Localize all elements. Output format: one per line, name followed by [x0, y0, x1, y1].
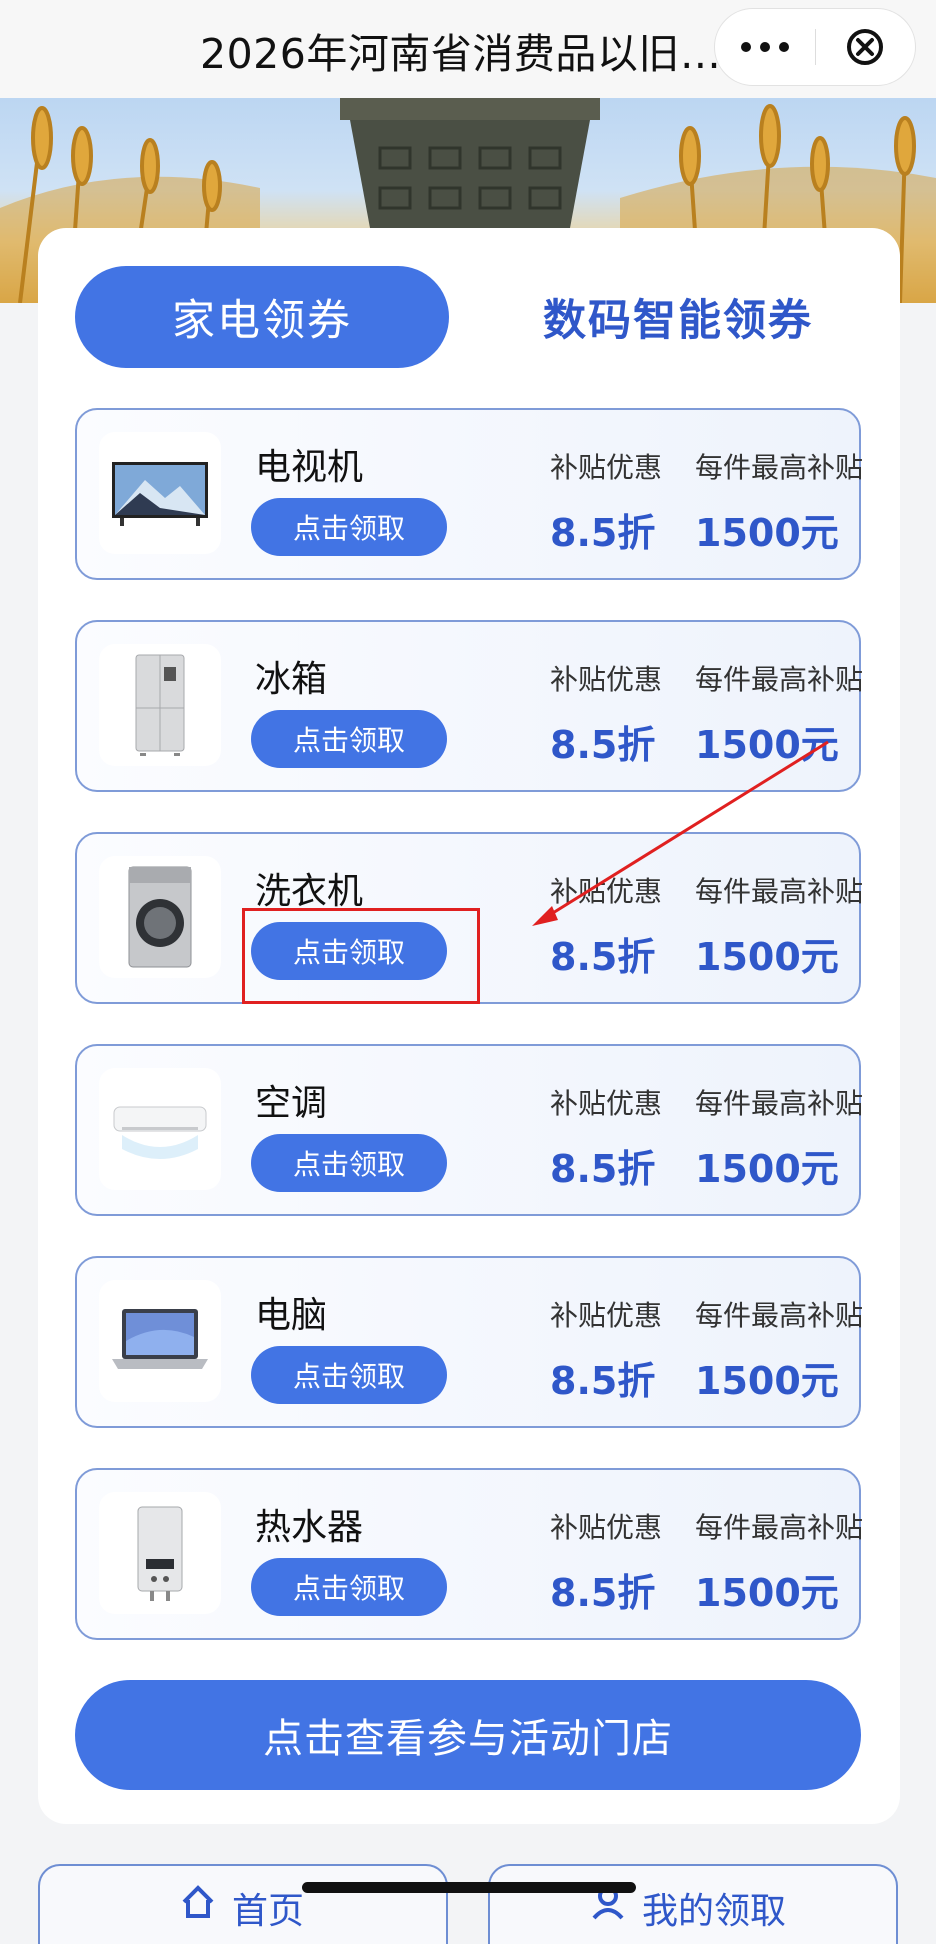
- annotation-highlight-box: [242, 908, 480, 1004]
- product-row-refrigerator: 冰箱 点击领取 补贴优惠 每件最高补贴 8.5折 1500元: [75, 620, 864, 792]
- product-row-air-conditioner: 空调 点击领取 补贴优惠 每件最高补贴 8.5折 1500元: [75, 1044, 864, 1216]
- laptop-icon: [99, 1280, 221, 1402]
- page-title: 2026年河南省消费品以旧换新: [200, 30, 740, 78]
- tab-appliance-coupons[interactable]: 家电领券: [75, 266, 449, 368]
- mini-program-header: 2026年河南省消费品以旧换新: [0, 0, 936, 98]
- nav-home-label: 首页: [232, 1891, 305, 1932]
- max-subsidy-label: 每件最高补贴: [695, 875, 864, 908]
- max-subsidy-label: 每件最高补贴: [695, 663, 864, 696]
- product-name: 电脑: [255, 1295, 328, 1336]
- product-row-tv: 电视机 点击领取 补贴优惠 每件最高补贴 8.5折 1500元: [75, 408, 864, 580]
- claim-button[interactable]: 点击领取: [251, 1558, 447, 1616]
- max-subsidy-label: 每件最高补贴: [695, 451, 864, 484]
- tab-digital-coupons[interactable]: 数码智能领券: [508, 266, 848, 368]
- coupon-card: 家电领券 数码智能领券 电视机 点击领取 补贴优惠 每件最高补贴 8.5折 15…: [38, 228, 900, 1824]
- discount-label: 补贴优惠: [550, 875, 663, 908]
- discount-value: 8.5折: [550, 1571, 656, 1615]
- close-circle-icon[interactable]: [815, 9, 915, 85]
- air-conditioner-icon: [99, 1068, 221, 1190]
- claim-button[interactable]: 点击领取: [251, 1134, 447, 1192]
- capsule-menu: [714, 8, 916, 86]
- more-dots-icon[interactable]: [715, 9, 815, 85]
- discount-label: 补贴优惠: [550, 451, 663, 484]
- max-subsidy-value: 1500元: [695, 1571, 839, 1615]
- product-name: 电视机: [255, 447, 364, 488]
- tv-icon: [99, 432, 221, 554]
- product-name: 冰箱: [255, 659, 328, 700]
- max-subsidy-value: 1500元: [695, 935, 839, 979]
- max-subsidy-label: 每件最高补贴: [695, 1511, 864, 1544]
- discount-label: 补贴优惠: [550, 1511, 663, 1544]
- discount-label: 补贴优惠: [550, 1087, 663, 1120]
- max-subsidy-value: 1500元: [695, 1359, 839, 1403]
- claim-button[interactable]: 点击领取: [251, 1346, 447, 1404]
- discount-label: 补贴优惠: [550, 1299, 663, 1332]
- nav-home[interactable]: 首页: [38, 1864, 448, 1944]
- claim-button[interactable]: 点击领取: [251, 710, 447, 768]
- water-heater-icon: [99, 1492, 221, 1614]
- max-subsidy-value: 1500元: [695, 723, 839, 767]
- discount-value: 8.5折: [550, 511, 656, 555]
- discount-value: 8.5折: [550, 1147, 656, 1191]
- nav-my-claims-label: 我的领取: [642, 1891, 787, 1932]
- max-subsidy-value: 1500元: [695, 511, 839, 555]
- refrigerator-icon: [99, 644, 221, 766]
- max-subsidy-value: 1500元: [695, 1147, 839, 1191]
- discount-value: 8.5折: [550, 935, 656, 979]
- discount-label: 补贴优惠: [550, 663, 663, 696]
- discount-value: 8.5折: [550, 723, 656, 767]
- product-name: 洗衣机: [255, 871, 364, 912]
- home-icon: [178, 1882, 218, 1931]
- product-row-water-heater: 热水器 点击领取 补贴优惠 每件最高补贴 8.5折 1500元: [75, 1468, 864, 1640]
- home-indicator: [302, 1882, 636, 1893]
- product-name: 空调: [255, 1083, 328, 1124]
- product-row-computer: 电脑 点击领取 补贴优惠 每件最高补贴 8.5折 1500元: [75, 1256, 864, 1428]
- max-subsidy-label: 每件最高补贴: [695, 1087, 864, 1120]
- max-subsidy-label: 每件最高补贴: [695, 1299, 864, 1332]
- product-name: 热水器: [255, 1507, 364, 1548]
- washing-machine-icon: [99, 856, 221, 978]
- discount-value: 8.5折: [550, 1359, 656, 1403]
- nav-my-claims[interactable]: 我的领取: [488, 1864, 898, 1944]
- view-stores-button[interactable]: 点击查看参与活动门店: [75, 1680, 861, 1790]
- claim-button[interactable]: 点击领取: [251, 498, 447, 556]
